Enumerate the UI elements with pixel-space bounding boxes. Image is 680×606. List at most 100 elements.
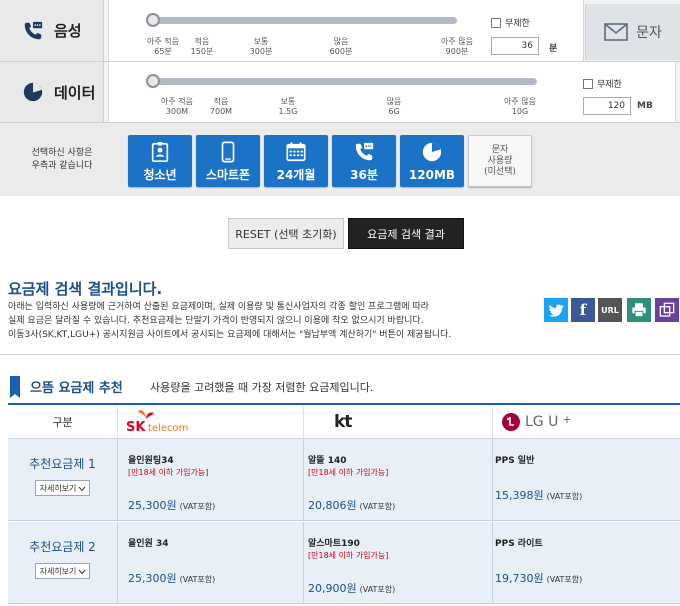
print-icon	[632, 303, 646, 318]
chip-24-months[interactable]: 24개월	[264, 135, 328, 187]
print-button[interactable]	[627, 298, 651, 322]
voice-unit: 분	[549, 44, 558, 54]
bookmark-icon	[10, 376, 20, 398]
recommend-title: 으뜸 요금제 추천	[30, 381, 123, 396]
plan-name: 올인원팅34	[128, 456, 174, 466]
message-button-label: 문자	[636, 25, 662, 41]
voice-slider-area: 아주 적음 65분 적음 150분 보통 300분 많음 600분 아주 많음 900분 …	[108, 0, 584, 61]
phone-talk-icon	[355, 142, 374, 161]
url-copy-button[interactable]: URL	[598, 298, 622, 322]
data-label-box: 데이터	[0, 62, 104, 122]
chip-voice-36[interactable]: 36분	[332, 135, 396, 187]
chip-youth[interactable]: 청소년	[128, 135, 192, 187]
data-unit: MB	[637, 101, 653, 111]
cell-lgu[interactable]: PPS 라이트 19,730원 (VAT포함)	[493, 522, 680, 604]
data-unlimited-label: 무제한	[597, 80, 622, 90]
plan-price: 25,300원 (VAT포함)	[128, 572, 216, 585]
plan-price: 20,900원 (VAT포함)	[308, 582, 396, 595]
pie-chart-icon	[23, 82, 43, 102]
data-tick-0: 아주 적음 300M	[161, 97, 193, 116]
data-tick-2: 보통 1.5G	[278, 97, 298, 116]
detail-dropdown[interactable]: 자세히보기	[34, 563, 91, 579]
cell-kt[interactable]: 알스마트190 [만18세 이하 가입가능] 20,900원 (VAT포함)	[304, 522, 493, 604]
plan-name: PPS 일반	[495, 456, 535, 466]
facebook-share-button[interactable]: f	[571, 298, 595, 322]
voice-slider-track[interactable]	[147, 17, 457, 24]
plan-name: 알뜰 140	[308, 456, 347, 466]
voice-tick-4: 아주 많음 900분	[441, 37, 473, 56]
voice-slider-handle[interactable]	[146, 13, 160, 27]
chip-data-120mb[interactable]: 120MB	[400, 135, 464, 187]
chip-smartphone-label: 스마트폰	[205, 168, 251, 182]
calendar-icon	[286, 142, 306, 162]
voice-tick-1: 적음 150분	[190, 37, 214, 56]
data-slider-area: 아주 적음 300M 적음 700M 보통 1.5G 많음 6G 아주 많음 10G 무제…	[108, 62, 676, 122]
message-button[interactable]: 문자	[585, 4, 680, 60]
search-results-button[interactable]: 요금제 검색 결과	[348, 218, 464, 249]
results-desc-1: 아래는 입력하신 사용량에 근거하여 산출된 요금제이며, 실제 이용량 및 통…	[8, 302, 429, 312]
recommend-subtitle: 사용량을 고려했을 때 가장 저렴한 요금제입니다.	[150, 381, 374, 394]
phone-message-icon	[24, 21, 43, 39]
cell-skt[interactable]: 올인원 34 25,300원 (VAT포함)	[118, 522, 304, 604]
data-tick-1: 적음 700M	[209, 97, 233, 116]
voice-label-box: 음성	[0, 0, 104, 61]
chevron-down-icon	[79, 486, 86, 491]
results-title: 요금제 검색 결과입니다.	[8, 280, 163, 298]
section-divider	[0, 354, 680, 355]
kt-logo: kt	[334, 412, 352, 432]
voice-tick-3: 많음 600분	[329, 37, 353, 56]
chip-24-months-label: 24개월	[276, 168, 316, 182]
lg-face-icon	[502, 413, 520, 431]
detail-dropdown[interactable]: 자세히보기	[34, 480, 91, 496]
chip-data-label: 120MB	[408, 168, 456, 182]
smartphone-icon	[221, 141, 235, 163]
twitter-share-button[interactable]	[544, 298, 568, 322]
chip-smartphone[interactable]: 스마트폰	[196, 135, 260, 187]
table-header: 구분 SK telecom kt LG U +	[8, 405, 680, 439]
plan-price: 19,730원 (VAT포함)	[495, 572, 583, 585]
popup-button[interactable]	[655, 298, 679, 322]
recommend-table: 구분 SK telecom kt LG U + 추천요금제 1 자세히보기 올인원…	[8, 403, 680, 606]
voice-unlimited-box[interactable]	[491, 17, 501, 28]
lgu-logo: LG U +	[501, 412, 572, 432]
id-card-icon	[151, 141, 169, 162]
row-label: 추천요금제 2 자세히보기	[8, 522, 118, 604]
plan-price: 20,806원 (VAT포함)	[308, 499, 396, 512]
plan-note: [만18세 이하 가입가능]	[308, 551, 389, 560]
new-window-icon	[659, 302, 675, 317]
table-row: 추천요금제 1 자세히보기 올인원팅34 [만18세 이하 가입가능] 25,3…	[8, 439, 680, 521]
plan-price: 25,300원 (VAT포함)	[128, 499, 216, 512]
data-mb-input[interactable]: 120	[583, 97, 631, 115]
results-desc-2: 실제 요금은 달라질 수 있습니다. 추천요금제는 단말기 가격이 반영되지 않…	[8, 316, 424, 326]
data-slider-handle[interactable]	[146, 74, 160, 88]
cell-kt[interactable]: 알뜰 140 [만18세 이하 가입가능] 20,806원 (VAT포함)	[304, 439, 493, 521]
cell-skt[interactable]: 올인원팅34 [만18세 이하 가입가능] 25,300원 (VAT포함)	[118, 439, 304, 521]
plan-name: 올인원 34	[128, 539, 169, 549]
data-slider-track[interactable]	[147, 78, 537, 85]
header-skt: SK telecom	[118, 405, 304, 439]
selection-summary: 선택하신 사항은 우측과 같습니다 청소년 스마트폰 24개월 36분 120MB…	[0, 122, 680, 196]
data-label: 데이터	[54, 83, 96, 102]
plan-price: 15,398원 (VAT포함)	[495, 489, 583, 502]
data-unlimited-box[interactable]	[583, 78, 593, 89]
chip-youth-label: 청소년	[143, 168, 177, 182]
voice-label: 음성	[54, 22, 82, 40]
row-name: 추천요금제 2	[29, 540, 96, 554]
voice-tick-2: 보통 300분	[249, 37, 273, 56]
voice-row: 음성 아주 적음 65분 적음 150분 보통 300분 많음 600분 아주 많음 90…	[0, 0, 680, 61]
twitter-icon	[548, 304, 563, 317]
chevron-down-icon	[79, 569, 86, 574]
header-category: 구분	[8, 405, 118, 439]
envelope-icon	[604, 23, 628, 41]
data-tick-3: 많음 6G	[386, 97, 402, 116]
voice-unlimited-checkbox[interactable]: 무제한	[491, 16, 530, 29]
voice-minutes-input[interactable]: 36	[491, 37, 539, 55]
chip-voice-label: 36분	[350, 168, 378, 182]
chip-message-unselected[interactable]: 문자 사용량 (미선택)	[468, 135, 532, 187]
plan-note: [만18세 이하 가입가능]	[128, 468, 209, 477]
plan-name: 알스마트190	[308, 539, 360, 549]
reset-button[interactable]: RESET (선택 초기화)	[228, 218, 344, 249]
data-unlimited-checkbox[interactable]: 무제한	[583, 77, 622, 90]
cell-lgu[interactable]: PPS 일반 15,398원 (VAT포함)	[493, 439, 680, 521]
skt-logo: SK telecom	[126, 409, 206, 435]
